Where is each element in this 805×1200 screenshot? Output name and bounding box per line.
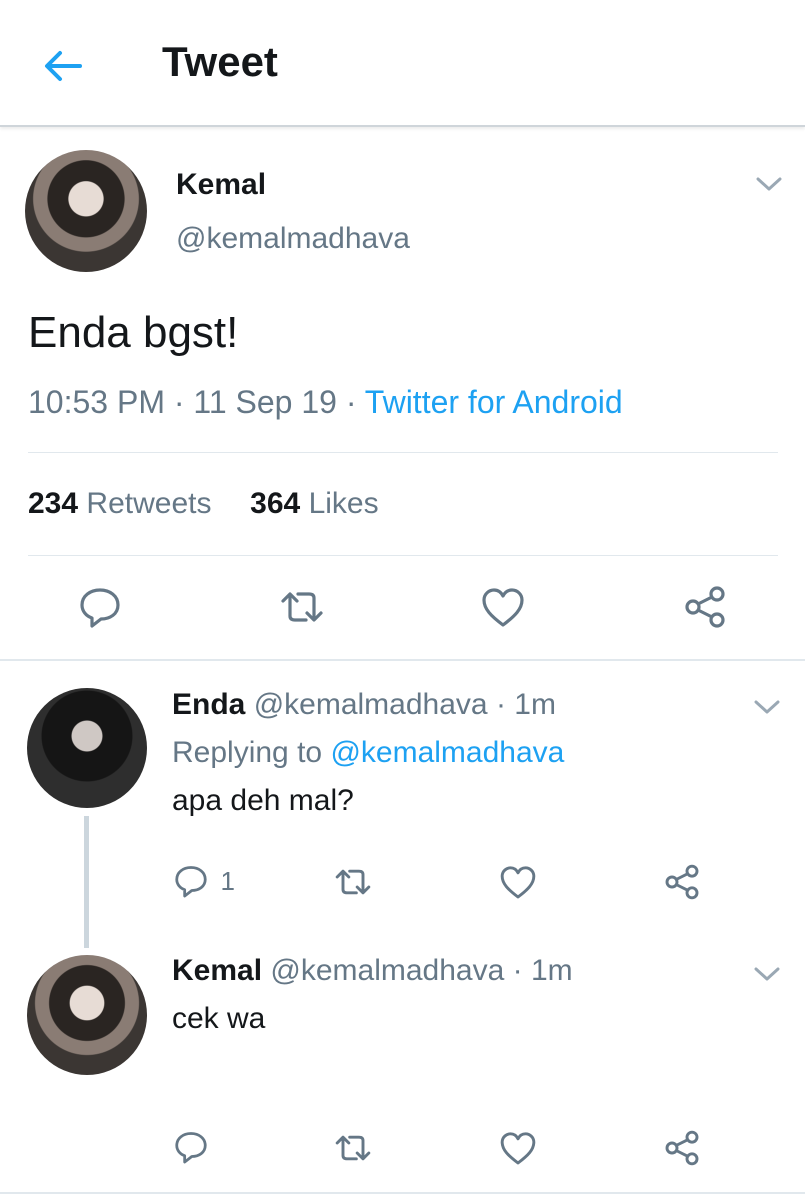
- reply-author-handle[interactable]: @kemalmadhava: [270, 954, 504, 987]
- reply-button[interactable]: [172, 1128, 210, 1171]
- reply-icon: [80, 588, 120, 628]
- reply-text: apa deh mal?: [172, 784, 354, 817]
- like-icon: [482, 588, 524, 627]
- retweets-stat[interactable]: 234 Retweets: [28, 487, 211, 520]
- like-button[interactable]: [498, 862, 538, 907]
- reply-author-handle[interactable]: @kemalmadhava: [254, 688, 488, 721]
- reply-author-name[interactable]: Kemal: [172, 954, 262, 987]
- avatar[interactable]: [27, 688, 147, 808]
- avatar[interactable]: [25, 150, 147, 272]
- section-divider: [0, 659, 805, 661]
- tweet-source-link[interactable]: Twitter for Android: [365, 384, 623, 420]
- share-icon: [665, 864, 699, 900]
- tweet-date: 11 Sep 19: [193, 384, 337, 420]
- engagement-stats: 234 Retweets 364 Likes: [28, 487, 379, 521]
- retweet-button[interactable]: [333, 862, 373, 907]
- reply-count: 1: [220, 865, 235, 896]
- reply-age: 1m: [514, 688, 556, 721]
- retweet-button[interactable]: [278, 583, 326, 631]
- replying-to-handle-link[interactable]: @kemalmadhava: [330, 736, 564, 769]
- back-button[interactable]: [40, 44, 84, 88]
- tweet-text: Enda bgst!: [28, 308, 239, 357]
- avatar[interactable]: [27, 955, 147, 1075]
- reply-header: Enda @kemalmadhava · 1m: [172, 688, 556, 722]
- replying-to-label: Replying to: [172, 736, 323, 769]
- share-button[interactable]: [662, 1128, 702, 1173]
- like-icon: [500, 866, 536, 899]
- top-bar: [0, 0, 805, 127]
- reply-header: Kemal @kemalmadhava · 1m: [172, 954, 573, 988]
- tweet-time: 10:53 PM: [28, 384, 165, 420]
- replying-to: Replying to @kemalmadhava: [172, 736, 564, 770]
- retweets-label: Retweets: [86, 487, 212, 520]
- reply-text: cek wa: [172, 1002, 266, 1035]
- meta-separator: ·: [164, 384, 194, 420]
- share-icon: [685, 586, 725, 628]
- retweet-icon: [335, 869, 371, 895]
- reply-icon: [175, 866, 207, 898]
- likes-label: Likes: [308, 487, 379, 520]
- share-button[interactable]: [681, 583, 729, 631]
- like-button[interactable]: [479, 583, 527, 631]
- reply-button[interactable]: 1: [172, 862, 235, 902]
- reply-icon: [175, 1132, 207, 1164]
- chevron-down-icon: [754, 700, 780, 714]
- tweet-options-button[interactable]: [752, 964, 782, 984]
- tweet-options-button[interactable]: [754, 174, 784, 194]
- chevron-down-icon: [756, 177, 782, 191]
- meta-separator: ·: [336, 384, 365, 420]
- meta-separator: ·: [487, 688, 515, 721]
- back-arrow-icon: [45, 51, 82, 81]
- author-name[interactable]: Kemal: [176, 168, 266, 202]
- reply-age: 1m: [530, 954, 573, 987]
- like-icon: [500, 1132, 536, 1165]
- share-icon: [665, 1130, 699, 1166]
- author-handle[interactable]: @kemalmadhava: [176, 222, 410, 256]
- reply-button[interactable]: [76, 583, 124, 631]
- retweet-icon: [281, 592, 323, 622]
- tweet-meta: 10:53 PM · 11 Sep 19 · Twitter for Andro…: [28, 384, 623, 421]
- retweet-icon: [335, 1135, 371, 1161]
- retweet-button[interactable]: [333, 1128, 373, 1173]
- meta-separator: ·: [504, 954, 531, 987]
- section-divider: [0, 1192, 805, 1194]
- page-title: Tweet: [162, 38, 278, 85]
- divider: [28, 555, 778, 556]
- divider: [28, 452, 778, 453]
- share-button[interactable]: [662, 862, 702, 907]
- like-button[interactable]: [498, 1128, 538, 1173]
- tweet-options-button[interactable]: [752, 697, 782, 717]
- chevron-down-icon: [754, 967, 780, 981]
- thread-connector: [84, 816, 89, 948]
- retweets-count: 234: [28, 487, 79, 520]
- likes-stat[interactable]: 364 Likes: [250, 487, 378, 520]
- likes-count: 364: [250, 487, 301, 520]
- reply-author-name[interactable]: Enda: [172, 688, 245, 721]
